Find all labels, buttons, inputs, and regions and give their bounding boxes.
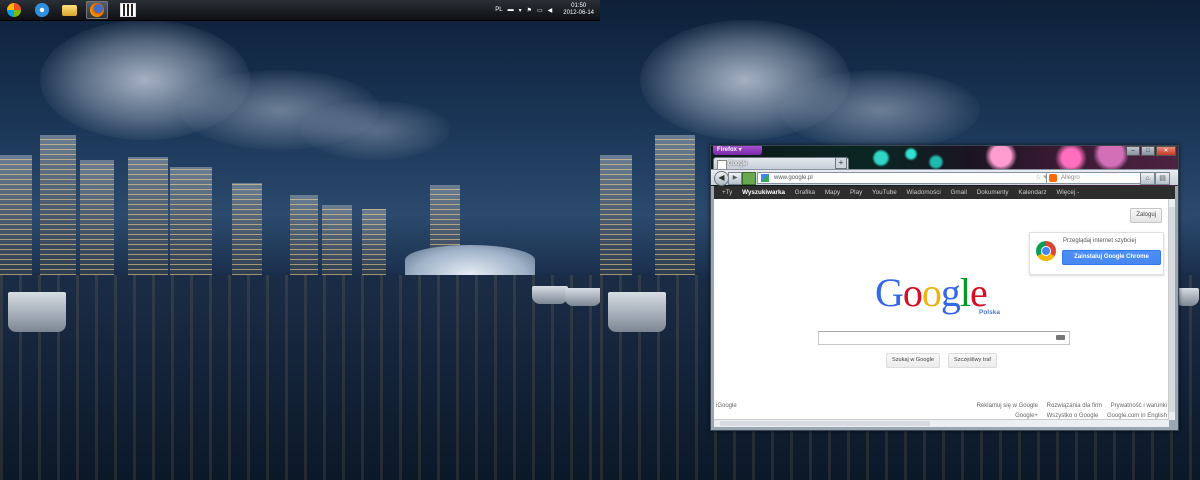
folder-icon [61,4,77,16]
gbar-item-youtube[interactable]: YouTube [872,186,897,199]
chrome-logo-icon [1036,241,1056,261]
firefox-window: Firefox ▾ – □ ✕ Google + ◀ ▶ www.google.… [710,145,1179,431]
boat [532,286,568,304]
scrollbar-thumb[interactable] [1169,207,1175,412]
footer-link[interactable]: Rozwiązania dla firm [1047,403,1102,409]
scrollbar-thumb[interactable] [720,421,930,426]
login-button[interactable]: Zaloguj [1130,208,1162,223]
gbar-item-search[interactable]: Wyszukiwarka [742,186,785,199]
horizontal-scrollbar[interactable] [714,419,1169,427]
new-tab-button[interactable]: + [835,157,847,169]
clock-date: 2012-06-14 [563,10,594,16]
google-page: Zaloguj Przeglądaj internet szybciej Zai… [714,199,1169,420]
home-icon[interactable] [742,172,756,185]
tray-chevron-icon[interactable]: ▾ [519,7,522,14]
minimize-button[interactable]: – [1126,146,1140,156]
google-bar: +Ty Wyszukiwarka Grafika Mapy Play YouTu… [714,186,1175,199]
clapperboard-icon [120,3,136,17]
taskbar-firefox[interactable] [86,1,108,19]
gbar-item-calendar[interactable]: Kalendarz [1018,186,1046,199]
firefox-menu-label: Firefox [717,147,738,153]
gbar-item-documents[interactable]: Dokumenty [977,186,1009,199]
feeling-lucky-button[interactable]: Szczęśliwy traf [948,353,997,368]
gbar-item-gmail[interactable]: Gmail [951,186,967,199]
logo-letter: g [940,270,961,315]
taskbar-explorer[interactable] [58,1,80,19]
boat [565,288,600,306]
logo-letter: l [959,270,971,315]
boat [608,292,666,332]
firefox-titlebar: Firefox ▾ – □ ✕ Google + ◀ ▶ www.google.… [711,146,1178,186]
install-chrome-button[interactable]: Zainstaluj Google Chrome [1062,250,1161,265]
igoogle-link[interactable]: iGoogle [716,403,737,409]
taskbar: PL ▬ ▾ ⚑ ▭ ◀ 01:50 2012-06-14 [0,0,600,21]
language-indicator[interactable]: PL [495,7,502,13]
gbar-item-images[interactable]: Grafika [795,186,815,199]
gbar-item-play[interactable]: Play [850,186,862,199]
maximize-button[interactable]: □ [1141,146,1155,156]
action-center-flag-icon[interactable]: ⚑ [527,7,532,14]
boat [8,292,66,332]
gbar-item-maps[interactable]: Mapy [825,186,840,199]
system-tray: PL ▬ ▾ ⚑ ▭ ◀ 01:50 2012-06-14 [495,0,594,20]
gbar-item-plus-you[interactable]: +Ty [722,186,732,199]
window-controls: – □ ✕ [1126,146,1176,156]
site-identity-icon [761,174,769,182]
search-engine-icon[interactable] [1049,174,1057,182]
footer-row-1: Reklamuj się w Google Rozwiązania dla fi… [970,403,1167,409]
forward-button[interactable]: ▶ [728,172,742,185]
google-logo: Google [875,270,988,315]
search-bar[interactable]: Allegro ⌕ [1046,172,1152,184]
firefox-icon [90,3,104,17]
desktop-left: PL ▬ ▾ ⚑ ▭ ◀ 01:50 2012-06-14 [0,0,600,480]
vertical-scrollbar[interactable] [1168,199,1175,420]
logo-subtitle: Polska [979,309,1000,316]
logo-letter: G [875,270,904,315]
page-footer: iGoogle Reklamuj się w Google Rozwiązani… [714,399,1169,420]
gbar-item-more[interactable]: Więcej - [1056,186,1079,199]
water-reflection [0,275,600,480]
navigation-toolbar: ◀ ▶ www.google.pl ☆ ▾ C Allegro ⌕ ⌂ ▤ [711,169,1178,186]
google-search-input[interactable] [818,331,1070,345]
footer-link[interactable]: Prywatność i warunki [1111,403,1167,409]
taskbar-ie[interactable] [31,1,53,19]
stadium-dome [405,245,535,275]
google-search-button[interactable]: Szukaj w Google [886,353,940,368]
firefox-menu-button[interactable]: Firefox ▾ [713,146,762,155]
home-button[interactable]: ⌂ [1140,172,1155,185]
footer-link[interactable]: Reklamuj się w Google [977,403,1038,409]
windows-orb-icon [7,3,21,17]
bookmarks-menu-button[interactable]: ▤ [1155,172,1170,185]
promo-text: Przeglądaj internet szybciej [1063,238,1137,244]
virtual-keyboard-icon[interactable] [1056,335,1065,340]
clock-time: 01:50 [571,3,587,9]
url-bar[interactable]: www.google.pl ☆ ▾ C [757,172,1059,184]
gbar-item-news[interactable]: Wiadomości [906,186,940,199]
close-button[interactable]: ✕ [1156,146,1176,156]
ie-icon [35,3,49,17]
url-text: www.google.pl [774,175,813,181]
volume-icon[interactable]: ◀ [548,7,553,14]
start-button[interactable] [3,1,25,19]
logo-letter: o [921,270,942,315]
network-icon[interactable]: ▭ [537,7,543,14]
taskbar-media[interactable] [117,1,139,19]
clock[interactable]: 01:50 2012-06-14 [563,3,594,17]
keyboard-icon[interactable]: ▬ [508,7,514,13]
tab-title: Google [728,161,748,167]
back-button[interactable]: ◀ [714,171,729,186]
logo-letter: o [902,270,923,315]
search-placeholder: Allegro [1061,175,1080,181]
chrome-promo: Przeglądaj internet szybciej Zainstaluj … [1029,232,1164,275]
